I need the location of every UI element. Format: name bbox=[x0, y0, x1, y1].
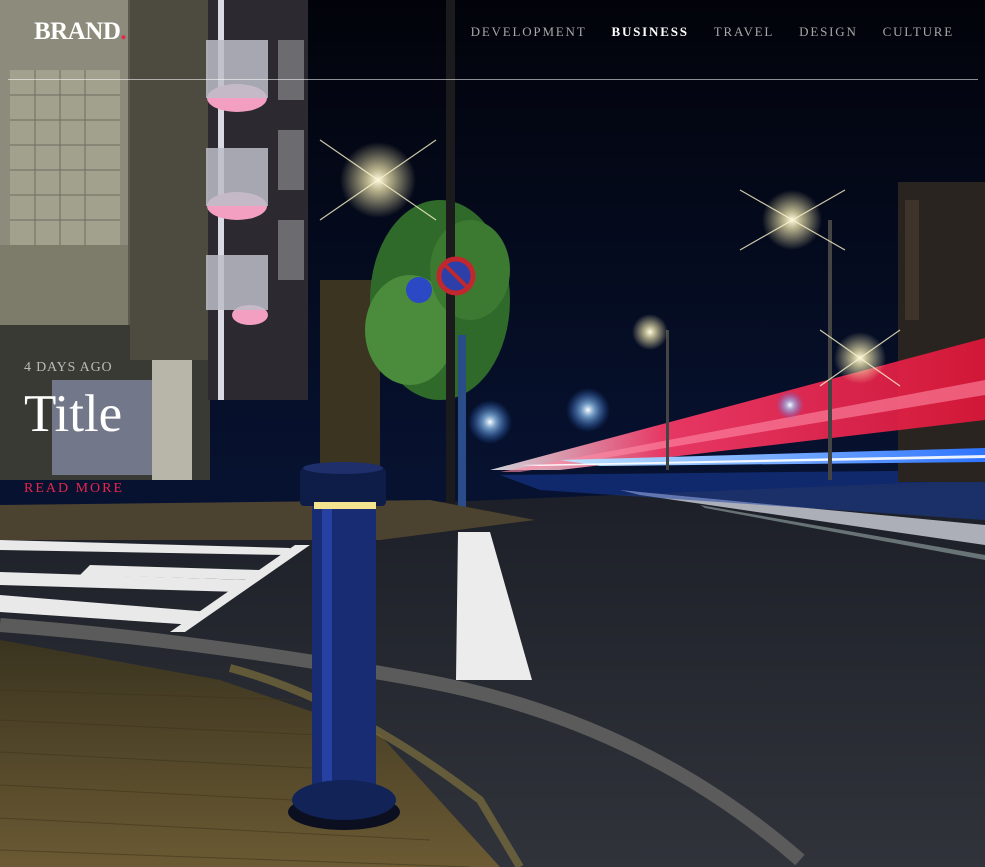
hero-background-image bbox=[0, 0, 985, 867]
nav-item-design[interactable]: DESIGN bbox=[799, 24, 857, 40]
read-more-link[interactable]: READ MORE bbox=[24, 481, 124, 497]
post-title: Title bbox=[24, 385, 123, 443]
nav-item-development[interactable]: DEVELOPMENT bbox=[471, 24, 587, 40]
brand-logo[interactable]: BRAND. bbox=[34, 18, 127, 46]
header-divider bbox=[8, 79, 978, 80]
brand-dot: . bbox=[120, 18, 127, 45]
brand-name: BRAND bbox=[34, 18, 121, 45]
nav-item-culture[interactable]: CULTURE bbox=[883, 24, 954, 40]
post-date: 4 DAYS AGO bbox=[24, 360, 113, 375]
main-navigation: DEVELOPMENT BUSINESS TRAVEL DESIGN CULTU… bbox=[446, 24, 954, 40]
nav-item-business[interactable]: BUSINESS bbox=[611, 24, 688, 40]
nav-item-travel[interactable]: TRAVEL bbox=[714, 24, 774, 40]
